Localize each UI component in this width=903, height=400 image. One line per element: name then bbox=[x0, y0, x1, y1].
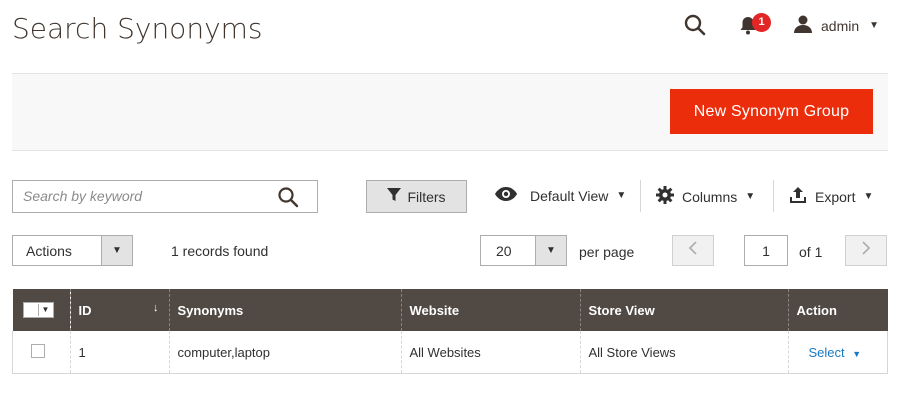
page-total: of 1 bbox=[799, 244, 823, 260]
toolbar-divider bbox=[640, 180, 641, 212]
filters-label: Filters bbox=[407, 188, 446, 205]
default-view-dropdown[interactable]: Default View ▼ bbox=[494, 186, 626, 205]
row-select-action[interactable]: Select ▼ bbox=[809, 345, 862, 360]
chevron-down-icon: ▼ bbox=[535, 236, 566, 265]
records-found: 1 records found bbox=[171, 243, 269, 259]
per-page-value: 20 bbox=[496, 242, 512, 259]
row-website: All Websites bbox=[400, 331, 580, 374]
export-icon bbox=[789, 186, 807, 207]
mass-select-header[interactable]: ▼ bbox=[12, 289, 70, 331]
column-header-synonyms[interactable]: Synonyms bbox=[168, 289, 401, 331]
page-title: Search Synonyms bbox=[12, 12, 263, 45]
per-page-select[interactable]: 20 ▼ bbox=[480, 235, 567, 266]
chevron-right-icon bbox=[861, 241, 871, 260]
keyword-search bbox=[12, 180, 318, 213]
search-input[interactable] bbox=[13, 181, 278, 210]
user-menu[interactable]: admin ▼ bbox=[793, 14, 879, 37]
filters-button[interactable]: Filters bbox=[366, 180, 467, 213]
chevron-down-icon: ▼ bbox=[869, 20, 880, 31]
chevron-down-icon[interactable]: ▼ bbox=[39, 304, 53, 316]
notification-count-badge[interactable]: 1 bbox=[752, 13, 771, 32]
column-header-action: Action bbox=[787, 289, 888, 331]
table-row: 1 computer,laptop All Websites All Store… bbox=[12, 331, 888, 374]
gear-icon bbox=[656, 186, 674, 207]
search-icon[interactable] bbox=[277, 186, 299, 208]
mass-actions-label: Actions bbox=[26, 242, 72, 259]
row-synonyms: computer,laptop bbox=[168, 331, 401, 374]
user-name: admin bbox=[821, 17, 860, 34]
chevron-left-icon bbox=[688, 241, 698, 260]
next-page-button[interactable] bbox=[845, 235, 887, 266]
column-header-website[interactable]: Website bbox=[400, 289, 580, 331]
mass-select-control[interactable]: ▼ bbox=[22, 301, 54, 318]
current-page-input[interactable]: 1 bbox=[744, 235, 788, 266]
default-view-label: Default View bbox=[530, 187, 609, 204]
column-header-id[interactable]: ID ↓ bbox=[69, 289, 169, 331]
toolbar-divider bbox=[773, 180, 774, 212]
export-label: Export bbox=[815, 188, 856, 205]
row-store-view: All Store Views bbox=[579, 331, 788, 374]
new-synonym-group-button[interactable]: New Synonym Group bbox=[670, 89, 873, 134]
user-icon bbox=[793, 14, 813, 37]
column-header-store-view[interactable]: Store View bbox=[579, 289, 788, 331]
chevron-down-icon: ▼ bbox=[863, 191, 874, 202]
page-actions-bar: New Synonym Group bbox=[12, 73, 888, 151]
columns-label: Columns bbox=[682, 188, 738, 205]
select-all-checkbox[interactable] bbox=[24, 303, 39, 316]
chevron-down-icon: ▼ bbox=[616, 190, 627, 201]
chevron-down-icon: ▼ bbox=[852, 348, 862, 359]
chevron-down-icon: ▼ bbox=[745, 191, 756, 202]
per-page-label: per page bbox=[579, 244, 635, 260]
row-id: 1 bbox=[69, 331, 169, 374]
mass-actions-select[interactable]: Actions ▼ bbox=[12, 235, 133, 266]
row-checkbox[interactable] bbox=[31, 343, 45, 358]
filter-icon bbox=[387, 188, 402, 205]
columns-dropdown[interactable]: Columns ▼ bbox=[656, 186, 755, 207]
sort-arrow-icon: ↓ bbox=[153, 302, 159, 314]
eye-icon bbox=[494, 186, 518, 205]
export-dropdown[interactable]: Export ▼ bbox=[789, 186, 873, 207]
grid-header-row: ▼ ID ↓ Synonyms Website Store View Actio… bbox=[12, 289, 888, 331]
chevron-down-icon: ▼ bbox=[101, 236, 132, 265]
row-select-cell bbox=[12, 331, 70, 374]
row-action-cell: Select ▼ bbox=[787, 331, 888, 374]
search-icon[interactable] bbox=[683, 13, 707, 37]
synonyms-grid: ▼ ID ↓ Synonyms Website Store View Actio… bbox=[12, 289, 888, 374]
previous-page-button[interactable] bbox=[672, 235, 714, 266]
